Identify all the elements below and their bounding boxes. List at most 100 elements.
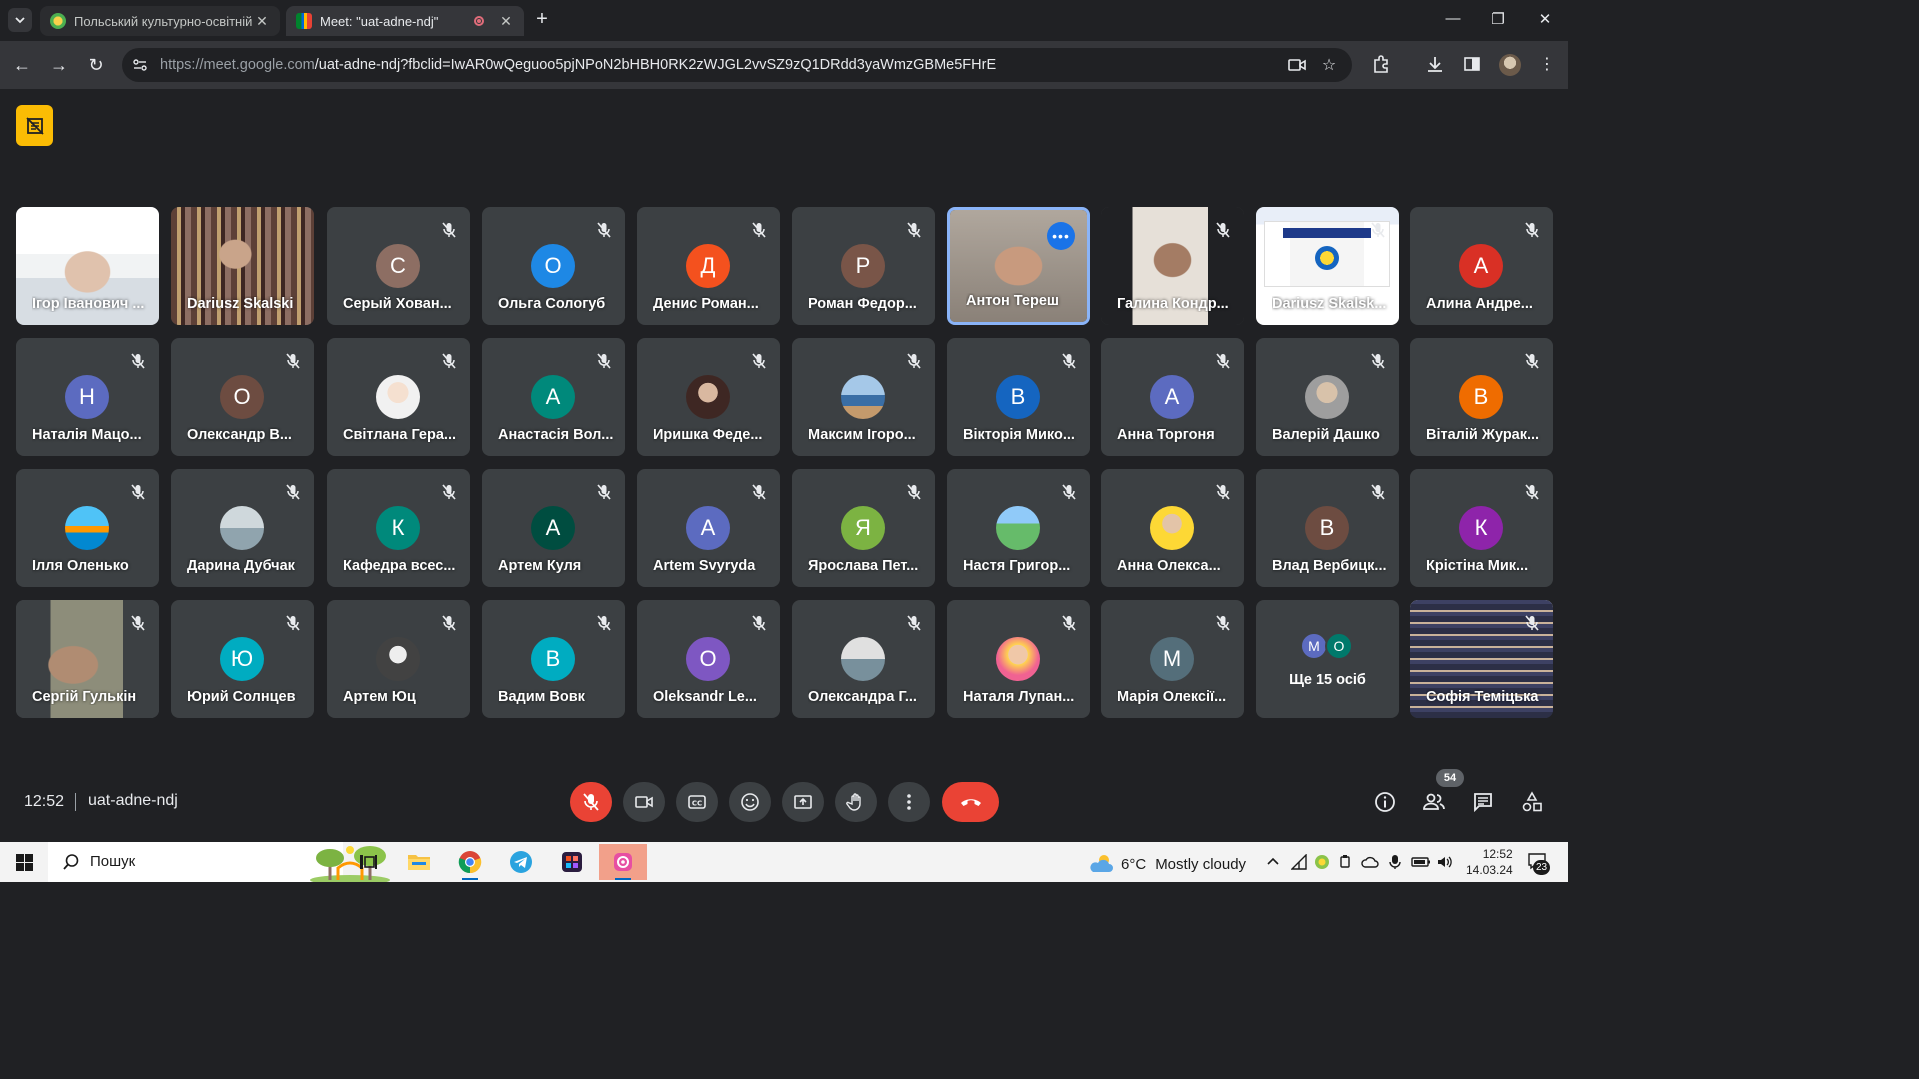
chrome-taskbar-icon[interactable]	[446, 844, 494, 880]
captions-button[interactable]: CC	[676, 782, 718, 822]
close-tab-icon[interactable]: ✕	[254, 13, 270, 30]
microphone-tray-icon[interactable]	[1388, 854, 1402, 873]
participant-tile[interactable]: К Кафедра всес...	[327, 469, 470, 587]
figma-like-app-icon[interactable]	[548, 844, 596, 880]
weather-widget[interactable]: 6°C Mostly cloudy	[1087, 853, 1246, 875]
participant-tile[interactable]: С Серый Хован...	[327, 207, 470, 325]
participant-tile[interactable]: Р Роман Федор...	[792, 207, 935, 325]
ai-notes-icon[interactable]	[16, 105, 53, 146]
tab-meet[interactable]: Meet: "uat-adne-ndj" ✕	[286, 6, 524, 36]
system-clock[interactable]: 12:52 14.03.24	[1466, 846, 1513, 878]
participant-tile[interactable]: Анна Олекса...	[1101, 469, 1244, 587]
extensions-icon[interactable]	[1370, 54, 1392, 76]
participant-tile[interactable]: В Віталій Журак...	[1410, 338, 1553, 456]
participant-tile[interactable]: Ю Юрий Солнцев	[171, 600, 314, 718]
minimize-icon[interactable]: —	[1438, 10, 1468, 27]
participant-tile[interactable]: К Крістіна Мик...	[1410, 469, 1553, 587]
participant-tile[interactable]: Дарина Дубчак	[171, 469, 314, 587]
participant-tile[interactable]: А Артем Куля	[482, 469, 625, 587]
mic-off-icon	[597, 353, 611, 369]
chrome-menu-icon[interactable]: ⋮	[1536, 54, 1558, 76]
participant-tile[interactable]: О Ольга Сологуб	[482, 207, 625, 325]
download-icon[interactable]	[1424, 54, 1446, 76]
back-icon[interactable]: ←	[10, 53, 34, 77]
meeting-details-button[interactable]	[1373, 790, 1397, 814]
participant-tile[interactable]: Dariusz Skalski	[171, 207, 314, 325]
new-tab-button[interactable]: +	[530, 8, 554, 32]
task-view-icon[interactable]	[344, 844, 392, 880]
participant-tile[interactable]: А Artem Svyryda	[637, 469, 780, 587]
tab-polish-center[interactable]: Польський культурно-освітній ✕	[40, 6, 280, 36]
participant-tile[interactable]: А Анна Торгоня	[1101, 338, 1244, 456]
profile-avatar[interactable]	[1499, 54, 1521, 76]
microphone-toggle-button[interactable]	[570, 782, 612, 822]
participant-tile[interactable]: Галина Кондр...	[1101, 207, 1244, 325]
participant-tile[interactable]: Наталя Лупан...	[947, 600, 1090, 718]
camera-toggle-button[interactable]	[623, 782, 665, 822]
notification-center-icon[interactable]: 23	[1527, 852, 1550, 875]
site-favicon-icon	[50, 13, 66, 29]
participant-tile[interactable]: Dariusz Skalsk...	[1256, 207, 1399, 325]
battery-icon[interactable]	[1411, 854, 1431, 873]
participant-tile[interactable]: О Олександр В...	[171, 338, 314, 456]
more-options-button[interactable]	[888, 782, 930, 822]
close-window-icon[interactable]: ✕	[1530, 10, 1560, 28]
participant-tile[interactable]: А Анастасія Вол...	[482, 338, 625, 456]
chat-button[interactable]	[1471, 790, 1495, 814]
taskbar-search[interactable]: Пошук	[48, 842, 390, 882]
file-explorer-icon[interactable]	[395, 844, 443, 880]
usb-device-icon[interactable]	[1337, 854, 1353, 873]
vpn-shield-icon[interactable]	[1314, 854, 1330, 873]
windows-start-icon[interactable]	[16, 854, 33, 871]
camera-in-use-icon[interactable]	[1287, 55, 1307, 75]
bookmark-star-icon[interactable]: ☆	[1319, 55, 1339, 75]
participant-tile[interactable]: Настя Григор...	[947, 469, 1090, 587]
more-participants-tile[interactable]: М О Ще 15 осіб	[1256, 600, 1399, 718]
participant-tile[interactable]: В Вікторія Мико...	[947, 338, 1090, 456]
participant-tile[interactable]: Иришка Феде...	[637, 338, 780, 456]
participant-tile[interactable]: В Влад Вербицк...	[1256, 469, 1399, 587]
present-screen-button[interactable]	[782, 782, 824, 822]
close-tab-icon[interactable]: ✕	[498, 13, 514, 30]
participant-tile[interactable]: Олександра Г...	[792, 600, 935, 718]
people-button[interactable]	[1422, 790, 1446, 814]
participant-tile[interactable]: Максим Ігоро...	[792, 338, 935, 456]
telegram-icon[interactable]	[497, 844, 545, 880]
participant-tile[interactable]: Д Денис Роман...	[637, 207, 780, 325]
raise-hand-button[interactable]	[835, 782, 877, 822]
cloud-sync-icon[interactable]	[1361, 854, 1379, 873]
restore-icon[interactable]: ❐	[1483, 10, 1513, 28]
participant-tile[interactable]: Я Ярослава Пет...	[792, 469, 935, 587]
participant-tile[interactable]: Ілля Оленько	[16, 469, 159, 587]
participant-tile[interactable]: Ігор Іванович ...	[16, 207, 159, 325]
hand-icon	[846, 793, 861, 811]
participant-tile[interactable]: Софія Теміцька	[1410, 600, 1553, 718]
participant-tile[interactable]: О Oleksandr Le...	[637, 600, 780, 718]
reactions-button[interactable]	[729, 782, 771, 822]
media-app-icon[interactable]	[599, 844, 647, 880]
participant-tile[interactable]: Сергій Гулькін	[16, 600, 159, 718]
participant-tile[interactable]: Артем Юц	[327, 600, 470, 718]
reload-icon[interactable]: ↻	[84, 53, 108, 77]
tray-overflow-icon[interactable]	[1266, 854, 1280, 871]
activities-button[interactable]	[1520, 790, 1544, 814]
tab-search-button[interactable]	[8, 8, 32, 32]
participant-tile[interactable]: Валерій Дашко	[1256, 338, 1399, 456]
participant-name: Дарина Дубчак	[187, 558, 295, 574]
search-icon	[63, 854, 79, 870]
slide-banner	[1283, 228, 1371, 238]
participant-tile[interactable]: В Вадим Вовк	[482, 600, 625, 718]
participant-tile[interactable]: Світлана Гера...	[327, 338, 470, 456]
network-icon[interactable]	[1290, 853, 1307, 873]
participant-tile[interactable]: М Марія Олексії...	[1101, 600, 1244, 718]
side-panel-icon[interactable]	[1461, 54, 1483, 76]
address-bar[interactable]: https://meet.google.com/uat-adne-ndj?fbc…	[122, 48, 1352, 82]
participant-tile[interactable]: А Алина Андре...	[1410, 207, 1553, 325]
volume-icon[interactable]	[1436, 854, 1454, 873]
participant-tile[interactable]: Антон Тереш •••	[947, 207, 1090, 325]
participant-tile[interactable]: Н Наталія Мацо...	[16, 338, 159, 456]
participant-options-icon[interactable]: •••	[1047, 222, 1075, 250]
forward-icon[interactable]: →	[47, 53, 71, 77]
leave-call-button[interactable]	[942, 782, 999, 822]
site-info-icon[interactable]	[132, 57, 148, 73]
